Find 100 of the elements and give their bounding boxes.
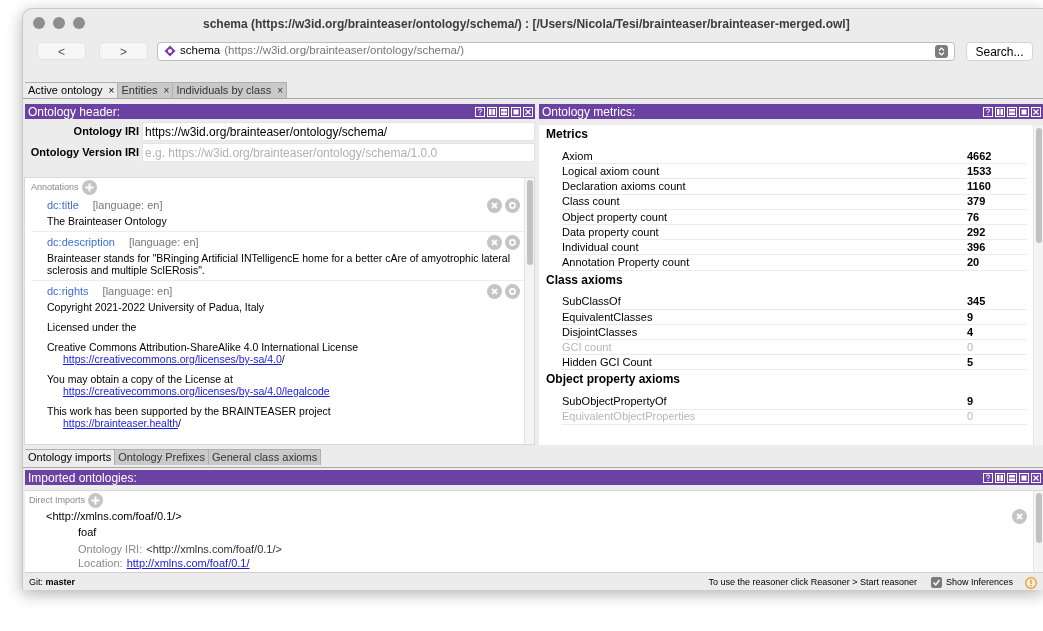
- checkbox-label: Show Inferences: [945, 575, 1013, 589]
- close-icon[interactable]: [523, 106, 533, 117]
- scrollbar[interactable]: [1033, 491, 1043, 572]
- metric-value: 9: [967, 394, 975, 410]
- input-field[interactable]: e.g. https://w3id.org/brainteaser/ontology/schema/1.0.0: [142, 143, 535, 162]
- tab-close[interactable]: ×: [277, 83, 283, 98]
- tab[interactable]: Individuals by class ×: [173, 82, 287, 98]
- help-icon[interactable]: [983, 472, 993, 483]
- annotation-property[interactable]: dc:rights: [47, 282, 89, 300]
- metric-value: 5: [967, 355, 975, 371]
- tab[interactable]: Entities ×: [118, 82, 174, 98]
- metric-label: Declaration axioms count: [562, 179, 687, 195]
- metric-value: 1533: [967, 164, 993, 180]
- annotation-language: [language: en]: [102, 283, 174, 299]
- annotation-text: This work has been supported by the BRAINTEASER project: [47, 405, 332, 417]
- metric-label: Class count: [562, 194, 621, 210]
- annotation-property[interactable]: dc:title: [47, 196, 79, 214]
- section-heading: Metrics: [546, 126, 590, 143]
- import-name: foaf: [77, 524, 98, 540]
- panel-title: Ontology metrics:: [542, 105, 636, 118]
- panel-title: Imported ontologies:: [28, 471, 137, 484]
- section-label: Annotations: [31, 180, 79, 194]
- window-control-icon[interactable]: [53, 17, 65, 29]
- tab-label: Ontology Prefixes: [118, 450, 205, 466]
- link[interactable]: https://creativecommons.org/licenses/by-sa/4.0: [63, 353, 282, 365]
- tab-close[interactable]: ×: [108, 83, 115, 98]
- tab-close[interactable]: ×: [163, 83, 170, 98]
- tab-label: Active ontology: [28, 83, 103, 99]
- link[interactable]: http://xmlns.com/foaf/0.1/: [126, 555, 250, 569]
- maximize-icon[interactable]: [1019, 472, 1029, 483]
- metric-label: Axiom: [562, 148, 594, 164]
- link[interactable]: https://creativecommons.org/licenses/by-sa/4.0/legalcode: [63, 385, 330, 397]
- split-vertical-icon[interactable]: [487, 106, 497, 117]
- tab[interactable]: General class axioms: [209, 449, 322, 465]
- tab[interactable]: Ontology Prefixes: [115, 449, 209, 465]
- ontology-iri: (https://w3id.org/brainteaser/ontology/schema/): [224, 43, 465, 59]
- metric-label: Object property count: [562, 209, 669, 225]
- metric-label: Annotation Property count: [562, 255, 691, 271]
- back-button[interactable]: <: [37, 42, 86, 60]
- metric-label: EquivalentClasses: [562, 309, 654, 325]
- checkbox[interactable]: [930, 577, 942, 588]
- scrollbar[interactable]: [524, 178, 534, 444]
- metric-value: 292: [967, 224, 987, 240]
- metric-value: 0: [967, 339, 975, 355]
- ontology-name: schema: [180, 43, 221, 59]
- import-iri: <http://xmlns.com/foaf/0.1/>: [46, 508, 182, 524]
- git-branch: Git: master: [29, 575, 77, 589]
- field-label: Location:: [78, 556, 123, 569]
- split-horizontal-icon[interactable]: [1007, 472, 1017, 483]
- forward-button[interactable]: >: [99, 42, 148, 60]
- warning-icon: [1025, 576, 1037, 589]
- annotation-language: [language: en]: [128, 234, 200, 250]
- metric-label: EquivalentObjectProperties: [562, 409, 697, 425]
- metric-label: Data property count: [562, 224, 660, 240]
- field-value: <http://xmlns.com/foaf/0.1/>: [146, 542, 282, 555]
- metric-label: Individual count: [562, 239, 640, 255]
- split-horizontal-icon[interactable]: [1007, 106, 1017, 117]
- annotation-text: Licensed under the: [47, 321, 138, 333]
- section-heading: Object property axioms: [546, 371, 682, 389]
- annotation-text: Brainteaser stands for "BRinging Artificial INTelligencE home for a better cAre of amyotrophic lateral sclerosis and multiple SclERosis".: [47, 252, 512, 276]
- metric-value: 9: [967, 309, 975, 325]
- annotation-text: The Brainteaser Ontology: [47, 215, 168, 227]
- link-suffix: /: [178, 417, 181, 429]
- metric-value: 20: [967, 255, 981, 271]
- metric-label: GCI count: [562, 339, 613, 355]
- metric-label: Logical axiom count: [562, 164, 661, 180]
- tab-label: General class axioms: [212, 450, 318, 466]
- close-icon[interactable]: [1031, 106, 1041, 117]
- search-button[interactable]: Search...: [966, 41, 1033, 61]
- tab[interactable]: Ontology imports: [25, 449, 116, 465]
- maximize-icon[interactable]: [1019, 106, 1029, 117]
- split-vertical-icon[interactable]: [995, 472, 1005, 483]
- annotation-text: Copyright 2021-2022 University of Padua, Italy: [47, 301, 266, 313]
- help-icon[interactable]: [475, 106, 485, 117]
- metric-label: DisjointClasses: [562, 324, 639, 340]
- link[interactable]: https://brainteaser.health: [63, 417, 178, 429]
- reasoner-hint: To use the reasoner click Reasoner > Start reasoner: [708, 575, 917, 589]
- close-icon[interactable]: [1031, 472, 1041, 483]
- window-control-icon[interactable]: [33, 17, 45, 29]
- metric-label: Hidden GCI Count: [562, 355, 653, 371]
- split-vertical-icon[interactable]: [995, 106, 1005, 117]
- field-label: Ontology IRI: [72, 124, 140, 140]
- maximize-icon[interactable]: [511, 106, 521, 117]
- metric-value: 1160: [967, 179, 992, 195]
- metric-label: SubClassOf: [562, 294, 622, 310]
- metric-value: 345: [967, 294, 987, 310]
- annotation-property[interactable]: dc:description: [47, 233, 115, 251]
- input-field[interactable]: https://w3id.org/brainteaser/ontology/schema/: [142, 122, 535, 141]
- annotation-language: [language: en]: [92, 197, 164, 213]
- window-control-icon[interactable]: [73, 17, 85, 29]
- diamond-icon: [164, 45, 176, 57]
- ontology-selector[interactable]: schema (https://w3id.org/brainteaser/ontology/schema/): [157, 41, 955, 61]
- scrollbar[interactable]: [1033, 125, 1043, 445]
- help-icon[interactable]: [983, 106, 993, 117]
- field-label: Ontology IRI:: [78, 542, 143, 555]
- split-horizontal-icon[interactable]: [499, 106, 509, 117]
- annotation-text: You may obtain a copy of the License at: [47, 373, 234, 385]
- window-title: schema (https://w3id.org/brainteaser/ontology/schema/) : [/Users/Nicola/Tesi/brainteaser/brainteaser-merged.owl]: [203, 16, 850, 33]
- metric-value: 4: [967, 324, 975, 340]
- tab[interactable]: Active ontology ×: [25, 82, 119, 98]
